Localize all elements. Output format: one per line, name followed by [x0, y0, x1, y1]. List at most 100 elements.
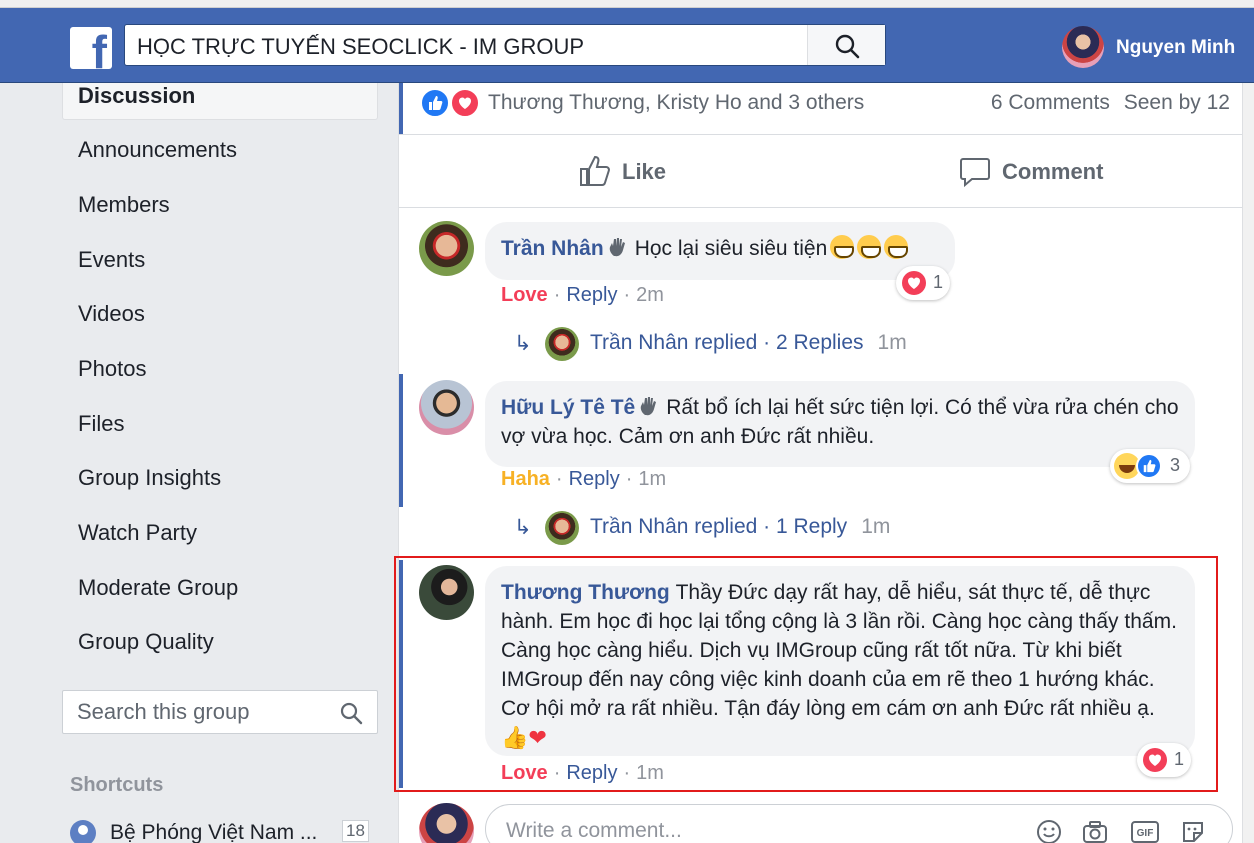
shortcut-item[interactable]: Bệ Phóng Việt Nam ... 18: [70, 818, 380, 843]
comment-actions: Love · Reply · 1m: [501, 762, 664, 784]
reply-link[interactable]: Reply: [566, 284, 617, 306]
user-name[interactable]: Nguyen Minh: [1116, 37, 1235, 59]
comment-reaction-badge[interactable]: 1: [1137, 743, 1191, 777]
browser-top-strip: [0, 0, 1254, 8]
comment-label: Comment: [1002, 159, 1104, 184]
comment-bubble: Hữu Lý Tê Tê Rất bổ ích lại hết sức tiện …: [485, 381, 1195, 467]
comment-button[interactable]: Comment: [958, 152, 1138, 192]
replies-text[interactable]: Trần Nhân replied · 1 Reply: [590, 515, 847, 538]
replies-timestamp: 1m: [861, 515, 891, 538]
comment-text: Học lại siêu siêu tiện: [634, 237, 828, 260]
heart-emoji-icon: ❤: [528, 725, 547, 750]
haha-action-link[interactable]: Haha: [501, 468, 550, 490]
comment-reaction-badge[interactable]: 1: [896, 266, 950, 300]
comment-author[interactable]: Hữu Lý Tê Tê: [501, 396, 635, 419]
nav-item-members[interactable]: Members: [78, 192, 170, 218]
nav-item-discussion-label: Discussion: [78, 83, 196, 108]
grinning-emoji-icon: [884, 235, 909, 259]
grinning-emoji-icon: [830, 235, 855, 259]
replies-timestamp: 1m: [877, 331, 907, 354]
comment-timestamp[interactable]: 1m: [636, 762, 664, 784]
like-label: Like: [622, 159, 667, 184]
like-button[interactable]: Like: [578, 152, 718, 192]
comments-count-link[interactable]: 6 Comments: [991, 91, 1110, 114]
nav-item-announcements[interactable]: Announcements: [78, 137, 237, 163]
global-search-field[interactable]: HỌC TRỰC TUYẾN SEOCLICK - IM GROUP: [124, 24, 886, 66]
comment-timestamp[interactable]: 1m: [638, 468, 666, 490]
divider: [399, 134, 1242, 135]
comment-actions: Haha · Reply · 1m: [501, 468, 667, 490]
reaction-count: 3: [1170, 455, 1181, 475]
page-scrollbar[interactable]: [1243, 83, 1254, 843]
search-icon[interactable]: [339, 701, 363, 725]
reply-link[interactable]: Reply: [569, 468, 620, 490]
comment-timestamp[interactable]: 2m: [636, 284, 664, 306]
commenter-avatar[interactable]: [419, 565, 474, 620]
nav-item-photos[interactable]: Photos: [78, 356, 147, 382]
gif-icon[interactable]: GIF: [1130, 819, 1160, 843]
emoji-icon[interactable]: [1036, 819, 1062, 843]
comment-input[interactable]: [506, 819, 906, 843]
post-reactions-summary: Thương Thương, Kristy Ho and 3 others 6 …: [420, 86, 1240, 120]
love-action-link[interactable]: Love: [501, 762, 548, 784]
top-navigation-bar: f HỌC TRỰC TUYẾN SEOCLICK - IM GROUP Ngu…: [0, 8, 1254, 83]
commenter-avatar[interactable]: [419, 221, 474, 276]
nav-item-moderate-group[interactable]: Moderate Group: [78, 575, 238, 601]
commenter-avatar[interactable]: [419, 380, 474, 435]
shortcuts-heading: Shortcuts: [70, 774, 164, 796]
like-reaction-icon: [1136, 453, 1162, 479]
unread-indicator: [399, 374, 403, 507]
comment-composer[interactable]: GIF: [485, 804, 1233, 843]
nav-item-watch-party[interactable]: Watch Party: [78, 520, 197, 546]
global-search-value[interactable]: HỌC TRỰC TUYẾN SEOCLICK - IM GROUP: [137, 34, 584, 60]
love-action-link[interactable]: Love: [501, 284, 548, 306]
replier-avatar: [545, 511, 579, 545]
nav-item-files[interactable]: Files: [78, 411, 124, 437]
nav-item-videos[interactable]: Videos: [78, 301, 145, 327]
seen-by-link[interactable]: Seen by 12: [1124, 91, 1230, 114]
comment-author[interactable]: Trần Nhân: [501, 237, 604, 260]
love-reaction-icon: [1143, 748, 1167, 772]
reactors-names[interactable]: Thương Thương, Kristy Ho and 3 others: [488, 91, 864, 115]
comment-bubble-icon: [960, 158, 990, 188]
comment-actions: Love · Reply · 2m: [501, 284, 664, 306]
reply-link[interactable]: Reply: [566, 762, 617, 784]
comment-bubble: Trần Nhân Học lại siêu siêu tiện: [485, 222, 955, 280]
reaction-count: 1: [933, 272, 944, 292]
comment-author[interactable]: Thương Thương: [501, 581, 670, 604]
thumbs-up-icon: [580, 155, 610, 186]
love-reaction-icon: [902, 271, 926, 295]
shortcut-label[interactable]: Bệ Phóng Việt Nam ...: [110, 821, 317, 843]
nav-item-group-insights[interactable]: Group Insights: [78, 465, 221, 491]
view-replies-link[interactable]: ↳ Trần Nhân replied · 2 Replies 1m: [514, 327, 954, 361]
comment-reaction-badge[interactable]: 3: [1110, 449, 1190, 483]
post-stats: 6 Comments Seen by 12: [983, 91, 1230, 115]
nav-item-discussion[interactable]: Discussion: [62, 83, 378, 120]
group-search-box[interactable]: [62, 690, 378, 734]
unread-indicator: [399, 83, 403, 135]
like-reaction-icon[interactable]: [420, 88, 450, 118]
reply-arrow-icon: ↳: [514, 332, 532, 355]
waving-hand-icon: [609, 238, 625, 257]
facebook-logo-icon[interactable]: f: [70, 27, 112, 69]
svg-text:GIF: GIF: [1137, 828, 1154, 839]
nav-item-group-quality[interactable]: Group Quality: [78, 629, 214, 655]
sticker-icon[interactable]: [1180, 819, 1206, 843]
replies-text[interactable]: Trần Nhân replied · 2 Replies: [590, 331, 864, 354]
user-avatar[interactable]: [1062, 26, 1104, 68]
divider: [399, 207, 1242, 208]
waving-hand-icon: [640, 397, 657, 416]
comment-bubble: Thương Thương Thầy Đức dạy rất hay, dễ h…: [485, 566, 1195, 756]
replier-avatar: [545, 327, 579, 361]
nav-item-events[interactable]: Events: [78, 247, 145, 273]
shortcut-count-badge: 18: [342, 820, 369, 842]
camera-icon[interactable]: [1082, 819, 1108, 843]
group-search-input[interactable]: [77, 699, 327, 725]
reaction-count: 1: [1174, 749, 1185, 769]
view-replies-link[interactable]: ↳ Trần Nhân replied · 1 Reply 1m: [514, 511, 934, 545]
love-reaction-icon[interactable]: [450, 88, 480, 118]
thumbs-up-emoji-icon: 👍: [501, 725, 529, 750]
search-icon: [835, 34, 860, 59]
search-button[interactable]: [807, 25, 885, 65]
reply-arrow-icon: ↳: [514, 516, 532, 539]
